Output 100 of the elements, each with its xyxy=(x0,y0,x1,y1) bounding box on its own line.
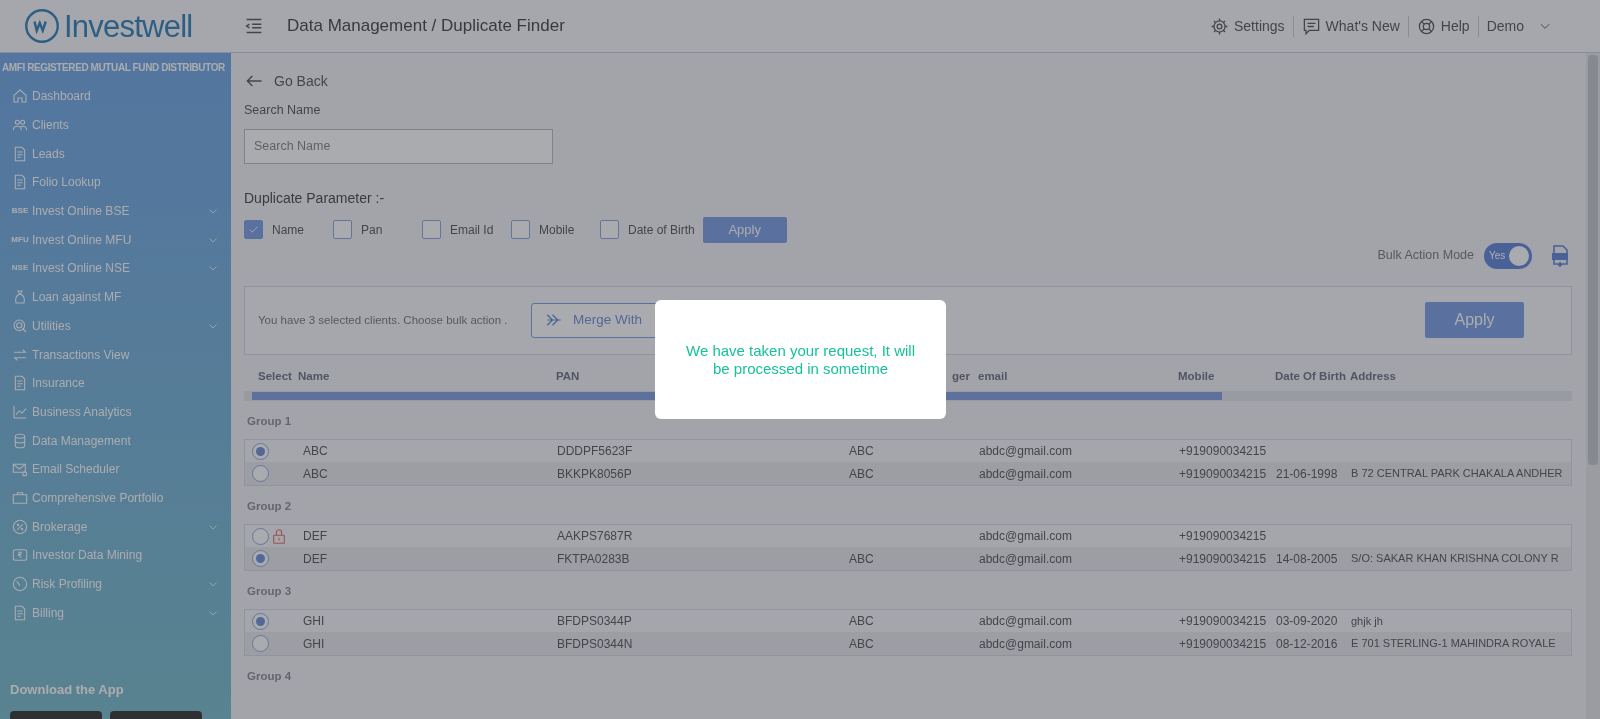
checkbox[interactable] xyxy=(422,220,441,240)
sidebar-item[interactable]: Transactions View xyxy=(0,340,231,369)
radio-button[interactable] xyxy=(252,550,269,567)
table-cell-text: FKTPA0283B xyxy=(557,550,630,568)
table-cell-text: ABC xyxy=(303,465,328,483)
rupee-icon xyxy=(12,547,28,564)
sidebar-item[interactable]: Insurance xyxy=(0,368,231,398)
sidebar-item[interactable]: Dashboard xyxy=(0,82,231,111)
column-header: ger xyxy=(952,369,970,385)
table-cell-text: BFDPS0344P xyxy=(557,613,632,630)
user-menu[interactable]: Demo xyxy=(1477,15,1560,37)
header-link[interactable]: Help xyxy=(1407,15,1478,37)
table-cell-text: abdc@gmail.com xyxy=(979,465,1072,483)
column-header: Address xyxy=(1350,369,1397,385)
table-cell-text: DDDPF5623F xyxy=(557,443,633,460)
table-cell-text: DEF xyxy=(303,528,327,545)
header-link[interactable]: What's New xyxy=(1292,15,1408,37)
table-cell-text: BKKPK8056P xyxy=(557,465,632,483)
table-cell-text: GHI xyxy=(303,613,325,630)
table-cell-text: AAKPS7687R xyxy=(557,528,633,545)
table-cell-text: +919090034215 xyxy=(1179,613,1267,630)
group-title: Group 3 xyxy=(246,583,293,599)
column-header: Select xyxy=(258,369,292,385)
percent-icon xyxy=(12,518,28,535)
settings-icon xyxy=(1210,16,1229,36)
lock-icon xyxy=(271,527,287,545)
sidebar-item[interactable]: Email Scheduler xyxy=(0,454,231,484)
checkbox[interactable] xyxy=(511,220,530,240)
table-cell-text: ABC xyxy=(849,635,874,653)
back-link[interactable]: Go Back xyxy=(244,71,328,91)
table-cell-text: ABC xyxy=(849,613,874,630)
column-header: Mobile xyxy=(1178,369,1215,385)
table-cell-text: ABC xyxy=(849,550,874,568)
group-title: Group 2 xyxy=(246,498,293,514)
sidebar-item[interactable]: MFU Invest Online MFU xyxy=(0,225,231,255)
radio-button[interactable] xyxy=(252,612,269,630)
table-cell-text: abdc@gmail.com xyxy=(979,443,1072,460)
sidebar-item[interactable]: Clients xyxy=(0,110,231,140)
radio-button[interactable] xyxy=(252,527,269,545)
document-icon xyxy=(12,174,28,191)
toggle-label: Bulk Action Mode xyxy=(1377,247,1474,265)
menu-icon-text: NSE xyxy=(11,262,29,275)
database-icon xyxy=(12,432,28,449)
sidebar-item[interactable]: Folio Lookup xyxy=(0,168,231,197)
checkbox[interactable] xyxy=(333,220,352,240)
column-header: Name xyxy=(298,369,330,385)
sidebar-item[interactable]: Loan against MF xyxy=(0,282,231,312)
table-cell-text: +919090034215 xyxy=(1179,528,1267,545)
sidebar-item[interactable]: Comprehensive Portfolio xyxy=(0,483,231,513)
document-icon xyxy=(12,604,28,621)
table-cell-text: DEF xyxy=(303,550,327,568)
logo-icon xyxy=(24,8,60,44)
document-icon xyxy=(12,375,28,392)
scrollbar[interactable] xyxy=(1586,53,1600,719)
sidebar-item[interactable]: Risk Profiling xyxy=(0,569,231,599)
field-label: Search Name xyxy=(244,102,322,119)
header-link[interactable]: Settings xyxy=(1202,15,1293,37)
envelope-icon xyxy=(12,461,28,478)
sidebar-item[interactable]: Business Analytics xyxy=(0,397,231,427)
table-cell-text: abdc@gmail.com xyxy=(979,528,1072,545)
table-cell-text: +919090034215 xyxy=(1179,635,1267,653)
bag-icon xyxy=(12,289,28,306)
bulk-mode-toggle[interactable]: Yes xyxy=(1484,242,1532,269)
table-cell-text: +919090034215 xyxy=(1179,465,1267,483)
sidebar-item[interactable]: Investor Data Mining xyxy=(0,541,231,570)
table-cell-text: E 701 STERLING-1 MAHINDRA ROYALE xyxy=(1351,636,1556,652)
download-title: Download the App xyxy=(9,680,125,699)
notification-message: We have taken your request, It will be processed in sometime xyxy=(685,341,916,378)
search-field[interactable]: Search Name xyxy=(244,128,553,164)
checkbox-label: Pan xyxy=(361,221,383,239)
tagline: AMFI REGISTERED MUTUAL FUND DISTRIBUTOR xyxy=(1,61,226,75)
target-icon xyxy=(12,317,28,334)
document-icon xyxy=(12,145,28,162)
table-cell-text: ABC xyxy=(849,443,874,460)
sidebar-item[interactable]: Data Management xyxy=(0,426,231,455)
checkbox-label: Date of Birth xyxy=(628,221,695,239)
checkbox[interactable] xyxy=(244,220,263,240)
table-cell-text: BFDPS0344N xyxy=(557,635,633,653)
apply-button[interactable]: Apply xyxy=(702,216,787,243)
sidebar-item[interactable]: Brokerage xyxy=(0,512,231,541)
table-cell-text: B 72 CENTRAL PARK CHAKALA ANDHER xyxy=(1351,466,1563,482)
table-cell-text: abdc@gmail.com xyxy=(979,635,1072,653)
checkbox[interactable] xyxy=(600,220,619,240)
radio-button[interactable] xyxy=(252,635,269,652)
sidebar-item[interactable]: BSE Invest Online BSE xyxy=(0,196,231,226)
sidebar-item[interactable]: Billing xyxy=(0,598,231,628)
checkbox-label: Email Id xyxy=(450,221,494,239)
column-header: PAN xyxy=(556,369,580,385)
home-icon xyxy=(12,88,28,105)
apply-button[interactable]: Apply xyxy=(1425,302,1524,339)
sidebar-item[interactable]: NSE Invest Online NSE xyxy=(0,254,231,283)
sidebar-item[interactable]: Utilities xyxy=(0,311,231,341)
column-header: email xyxy=(978,369,1008,385)
sidebar-item[interactable]: Leads xyxy=(0,139,231,169)
radio-button[interactable] xyxy=(252,465,269,482)
radio-button[interactable] xyxy=(252,442,269,460)
brand-name: Investwell xyxy=(64,10,193,42)
column-header: Date Of Birth xyxy=(1275,369,1346,385)
gauge-icon xyxy=(12,576,28,593)
checkbox-label: Name xyxy=(272,221,304,239)
